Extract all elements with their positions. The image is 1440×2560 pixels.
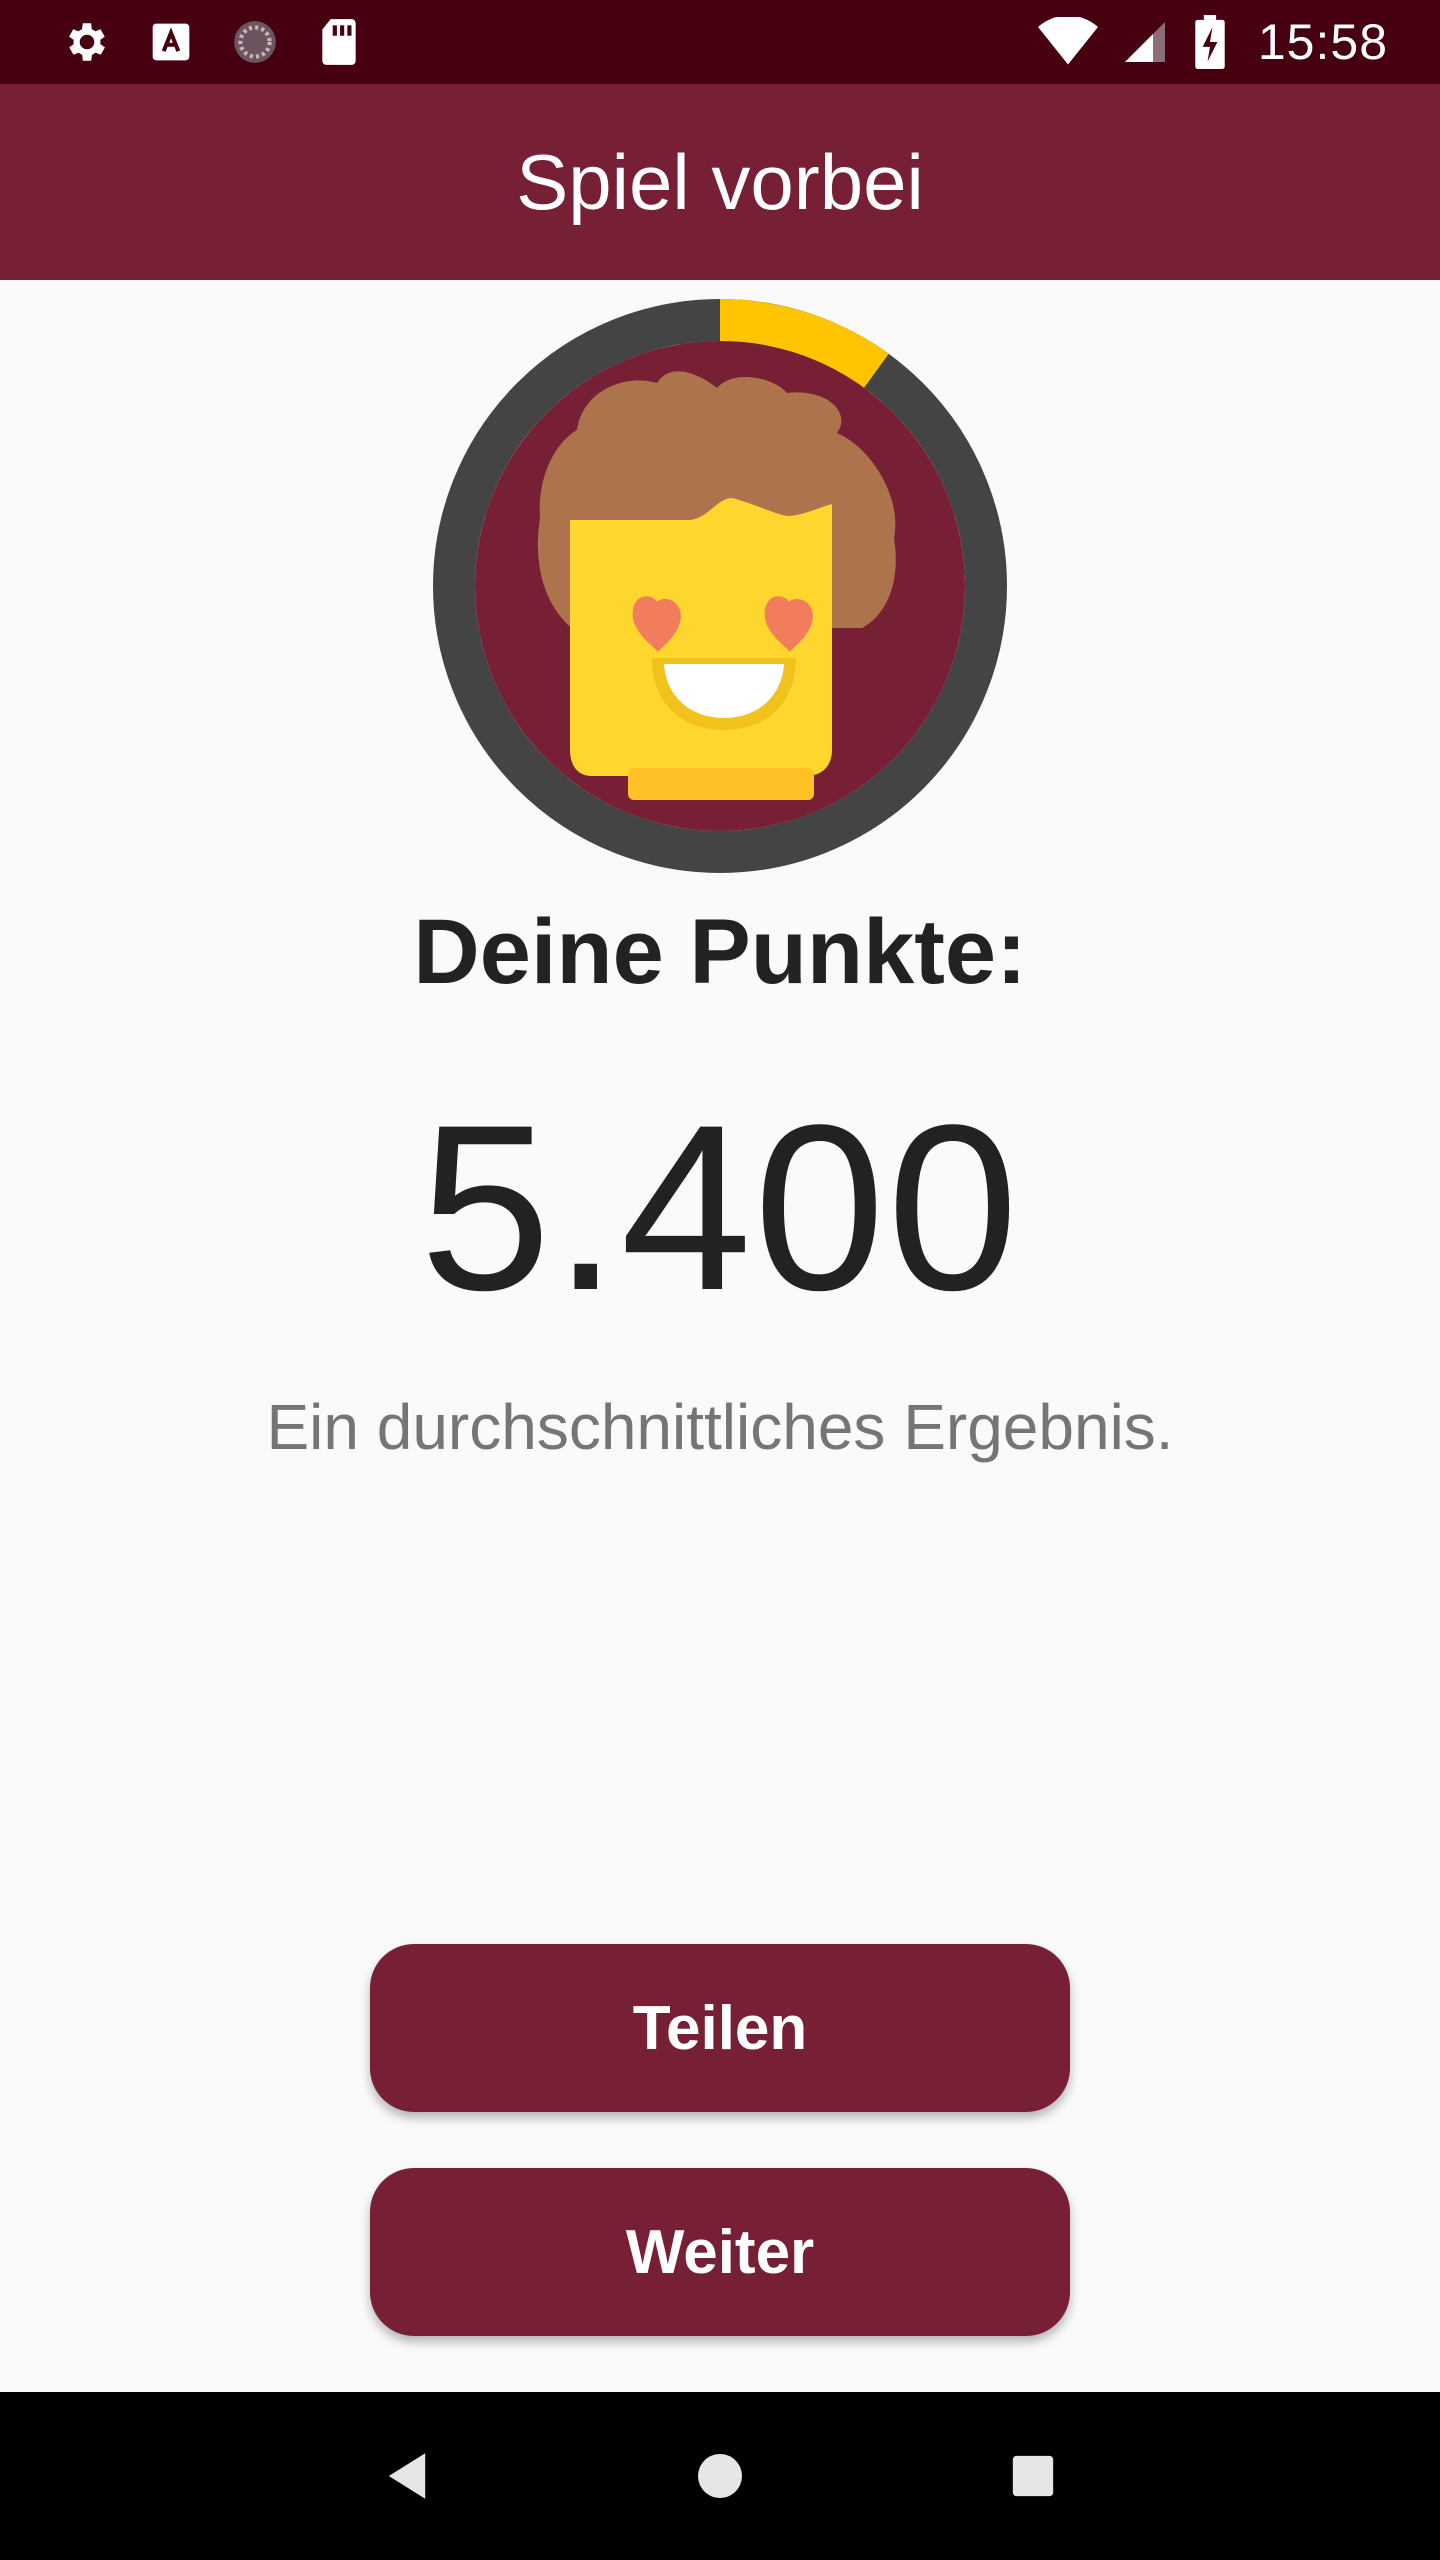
sync-icon	[230, 17, 280, 67]
status-time: 15:58	[1257, 14, 1388, 70]
battery-charging-icon	[1192, 15, 1228, 69]
font-icon	[146, 17, 196, 67]
app-bar: Spiel vorbei	[0, 84, 1440, 280]
status-icons-left	[62, 17, 364, 67]
back-icon[interactable]	[367, 2436, 447, 2516]
status-bar: 15:58	[0, 0, 1440, 84]
avatar	[432, 298, 1008, 874]
next-button[interactable]: Weiter	[370, 2168, 1070, 2336]
wifi-icon	[1037, 17, 1098, 67]
sd-card-icon	[314, 17, 364, 67]
result-comment: Ein durchschnittliches Ergebnis.	[266, 1391, 1174, 1463]
navigation-bar	[0, 2392, 1440, 2560]
score-label: Deine Punkte:	[413, 901, 1027, 1003]
score-value: 5.400	[419, 1076, 1021, 1340]
share-button[interactable]: Teilen	[370, 1944, 1070, 2112]
home-icon[interactable]	[680, 2436, 760, 2516]
page-title: Spiel vorbei	[516, 137, 924, 226]
status-icons-right: 15:58	[1037, 13, 1388, 71]
signal-icon	[1120, 17, 1170, 67]
recents-icon[interactable]	[993, 2436, 1073, 2516]
settings-icon	[62, 17, 112, 67]
avatar-neck	[628, 768, 814, 800]
